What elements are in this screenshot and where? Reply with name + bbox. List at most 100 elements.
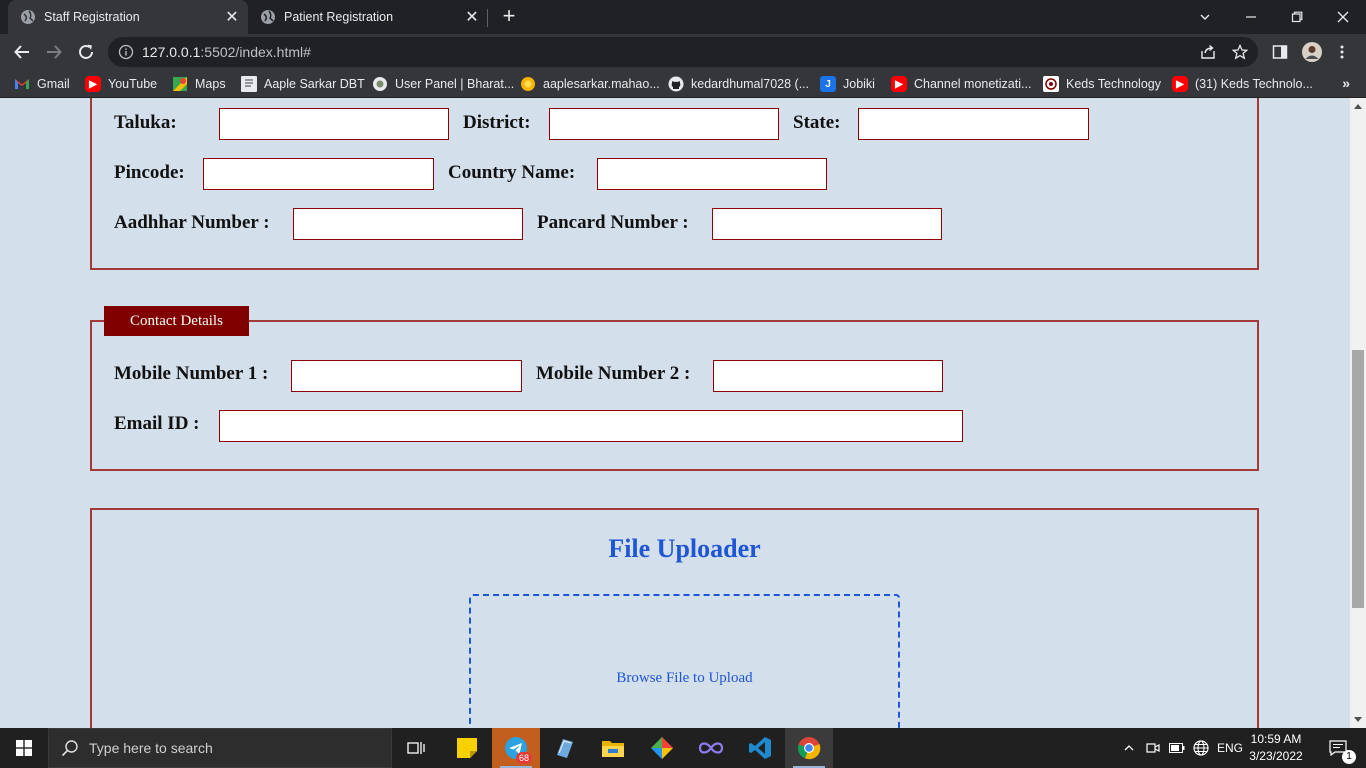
infinity-app-icon[interactable] (687, 728, 735, 768)
youtube-icon: ▶ (85, 76, 101, 92)
globe-icon (21, 10, 35, 24)
file-drop-zone[interactable] (469, 594, 900, 728)
close-tab-icon[interactable]: ✕ (462, 7, 482, 27)
site-info-icon[interactable] (118, 44, 134, 60)
input-language-indicator[interactable]: ENG (1214, 728, 1246, 768)
jobiki-icon: J (820, 76, 836, 92)
contact-details-fieldset (90, 320, 1259, 471)
sticky-notes-icon[interactable] (443, 728, 491, 768)
pancard-number-input[interactable] (712, 208, 942, 240)
profile-avatar-icon[interactable] (1302, 42, 1322, 62)
address-bar[interactable]: 127.0.0.1:5502/index.html# (108, 37, 1258, 67)
gmail-icon (14, 76, 30, 92)
mobile-number-1-input[interactable] (291, 360, 522, 392)
tab-separator (487, 9, 488, 27)
sun-icon (520, 76, 536, 92)
browser-tab-strip: Staff Registration ✕ Patient Registratio… (0, 0, 1366, 34)
tab-title: Staff Registration (44, 10, 140, 24)
forward-arrow-icon[interactable] (42, 40, 66, 64)
scroll-down-arrow-icon[interactable] (1354, 717, 1362, 722)
url-text: 127.0.0.1:5502/index.html# (142, 44, 311, 60)
mobile-number-2-label: Mobile Number 2 : (536, 363, 691, 384)
aadhaar-number-input[interactable] (293, 208, 523, 240)
file-explorer-icon[interactable] (589, 728, 637, 768)
maps-icon (172, 76, 188, 92)
contact-details-legend: Contact Details (104, 306, 249, 336)
clock-date: 3/23/2022 (1249, 749, 1303, 763)
browser-toolbar: 127.0.0.1:5502/index.html# (0, 34, 1366, 70)
bookmark-star-icon[interactable] (1230, 42, 1250, 62)
tab-title: Patient Registration (284, 10, 394, 24)
back-arrow-icon[interactable] (10, 40, 34, 64)
scrollbar-thumb[interactable] (1352, 350, 1364, 608)
telegram-icon[interactable]: 68 (492, 728, 540, 768)
bookmark-github[interactable]: kedardhumal7028 (... (668, 75, 809, 93)
task-view-icon[interactable] (392, 728, 440, 768)
battery-icon[interactable] (1166, 728, 1188, 768)
state-input[interactable] (858, 108, 1089, 140)
aadhaar-number-label: Aadhhar Number : (114, 212, 270, 233)
vscode-icon[interactable] (736, 728, 784, 768)
taskbar-search-box[interactable]: Type here to search (48, 728, 392, 768)
windows-start-icon[interactable] (0, 728, 48, 768)
clock-time: 10:59 AM (1250, 732, 1302, 746)
bookmark-maps[interactable]: Maps (172, 75, 226, 93)
close-window-icon[interactable] (1320, 0, 1366, 34)
tab-search-chevron-icon[interactable] (1182, 0, 1228, 34)
bookmark-user-panel[interactable]: User Panel | Bharat... (372, 75, 514, 93)
meet-now-icon[interactable] (1142, 728, 1164, 768)
notepad-icon[interactable] (540, 728, 588, 768)
pincode-input[interactable] (203, 158, 434, 190)
country-name-label: Country Name: (448, 162, 576, 183)
district-label: District: (463, 112, 531, 133)
side-panel-icon[interactable] (1270, 42, 1290, 62)
emblem-icon (372, 76, 388, 92)
pancard-number-label: Pancard Number : (537, 212, 689, 233)
bookmarks-bar: Gmail ▶ YouTube Maps Aaple Sarkar DBT Use… (0, 70, 1366, 98)
network-globe-icon[interactable] (1190, 728, 1212, 768)
windows-taskbar: Type here to search 68 ENG 10:59 AM 3/23… (0, 728, 1366, 768)
taluka-input[interactable] (219, 108, 449, 140)
new-tab-icon[interactable]: + (498, 5, 520, 28)
scroll-up-arrow-icon[interactable] (1354, 104, 1362, 109)
close-tab-icon[interactable]: ✕ (222, 7, 242, 27)
notification-center-icon[interactable]: 1 (1318, 728, 1358, 768)
github-icon (668, 76, 684, 92)
bookmark-keds-youtube[interactable]: ▶ (31) Keds Technolo... (1172, 75, 1313, 93)
document-icon (241, 76, 257, 92)
mobile-number-1-label: Mobile Number 1 : (114, 363, 269, 384)
minimize-icon[interactable] (1228, 0, 1274, 34)
state-label: State: (793, 112, 841, 133)
restore-icon[interactable] (1274, 0, 1320, 34)
reload-icon[interactable] (74, 40, 98, 64)
bookmark-jobiki[interactable]: J Jobiki (820, 75, 875, 93)
globe-icon (261, 10, 275, 24)
git-client-icon[interactable] (638, 728, 686, 768)
taskbar-clock[interactable]: 10:59 AM 3/23/2022 (1244, 731, 1308, 765)
district-input[interactable] (549, 108, 779, 140)
email-id-label: Email ID : (114, 413, 200, 434)
tray-overflow-chevron-icon[interactable] (1118, 728, 1140, 768)
bookmark-gmail[interactable]: Gmail (14, 75, 70, 93)
tab-patient-registration[interactable]: Patient Registration ✕ (248, 0, 488, 34)
bookmark-keds-technology[interactable]: Keds Technology (1043, 75, 1161, 93)
page-scrollbar[interactable] (1350, 98, 1366, 728)
browser-menu-icon[interactable] (1332, 42, 1352, 62)
chrome-icon[interactable] (785, 728, 833, 768)
bookmark-aaplesarkar[interactable]: aaplesarkar.mahao... (520, 75, 660, 93)
share-icon[interactable] (1198, 42, 1218, 62)
mobile-number-2-input[interactable] (713, 360, 943, 392)
browse-file-link[interactable]: Browse File to Upload (469, 670, 900, 687)
tab-staff-registration[interactable]: Staff Registration ✕ (8, 0, 248, 34)
youtube-icon: ▶ (891, 76, 907, 92)
bookmark-channel-monetization[interactable]: ▶ Channel monetizati... (891, 75, 1031, 93)
search-icon (61, 740, 78, 757)
page-viewport: Taluka: District: State: Pincode: Countr… (0, 98, 1350, 728)
more-bookmarks-icon[interactable]: » (1342, 75, 1350, 91)
bookmark-aaple-sarkar-dbt[interactable]: Aaple Sarkar DBT (241, 75, 365, 93)
bookmark-youtube[interactable]: ▶ YouTube (85, 75, 157, 93)
taskbar-search-placeholder: Type here to search (89, 740, 213, 756)
telegram-badge: 68 (516, 752, 533, 764)
email-id-input[interactable] (219, 410, 963, 442)
country-name-input[interactable] (597, 158, 827, 190)
